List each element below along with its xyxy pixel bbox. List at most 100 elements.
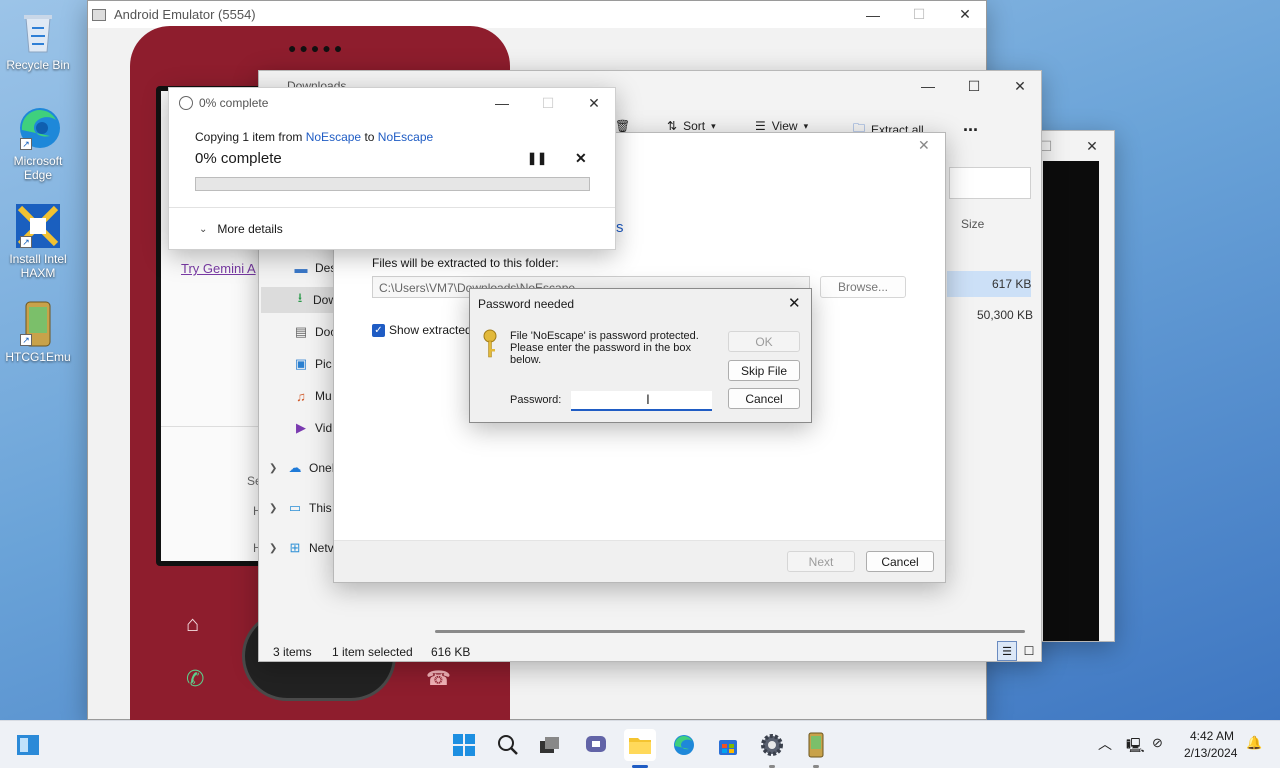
progress-title: 0% complete [199,96,269,110]
status-item-count: 3 items [273,645,312,659]
htcg1emu-taskbar-icon[interactable] [800,729,832,761]
explorer-close-button[interactable]: ✕ [997,71,1043,101]
emulator-close-button[interactable]: ✕ [942,1,988,28]
nav-downloads[interactable]: ⭳ Dow [261,287,337,313]
progress-titlebar[interactable]: 0% complete — ☐ ✕ [169,88,615,118]
store-icon[interactable] [712,729,744,761]
task-view-icon[interactable] [534,729,566,761]
password-cancel-button[interactable]: Cancel [728,388,800,409]
shortcut-arrow-icon: ↗ [20,334,32,346]
wizard-partial-text: s [616,219,624,236]
sort-label: Sort [683,119,706,133]
chevron-down-icon: ⌄ [199,223,208,235]
edge-icon: ↗ [14,104,62,152]
network-status-icon[interactable]: 🖳 [1126,735,1145,759]
nav-label: Mu [315,389,332,403]
teams-chat-icon[interactable] [580,729,612,761]
size-column-header[interactable]: Size [961,217,984,231]
wizard-footer: Next Cancel [334,540,945,582]
progress-maximize-button[interactable]: ☐ [525,88,571,118]
background-window-close[interactable]: ✕ [1077,131,1107,161]
chevron-up-icon[interactable]: ︿ [1098,734,1112,754]
progress-minimize-button[interactable]: — [479,88,525,118]
start-windows-icon[interactable] [448,729,480,761]
desktop-icon-label: Recycle Bin [6,58,70,72]
nav-label: This [309,501,332,515]
horizontal-scrollbar[interactable] [435,630,1025,633]
explorer-maximize-button[interactable]: ☐ [951,71,997,101]
phone-home-icon[interactable]: ⌂ [186,611,199,637]
more-details-toggle[interactable]: ⌄ More details [199,222,283,236]
sort-icon: ⇅ [667,119,678,133]
progress-headline: 0% complete [195,150,282,167]
progress-close-button[interactable]: ✕ [571,88,617,118]
nav-label: Vid [315,421,333,435]
emulator-titlebar[interactable]: Android Emulator (5554) — ☐ ✕ [88,1,986,28]
explorer-minimize-button[interactable]: — [905,71,951,101]
ok-button[interactable]: OK [728,331,800,352]
nav-label: Netv [309,541,334,555]
password-message: File 'NoEscape' is password protected. P… [510,330,699,366]
copy-destination-link[interactable]: NoEscape [378,130,433,144]
show-extracted-option[interactable]: ✓ Show extracted [372,323,472,337]
desktop-folder-icon: ▬ [294,260,308,276]
clock-icon [179,96,193,110]
password-dialog-title: Password needed [478,297,575,311]
phone-gemini-link[interactable]: Try Gemini A [181,261,256,276]
desktop-icon-haxm[interactable]: ↗ Install Intel HAXM [2,202,74,280]
nav-label: Pic [315,357,332,371]
cancel-copy-button[interactable]: ✕ [575,150,587,167]
progress-bar [195,177,590,191]
network-icon: ⊞ [289,540,301,555]
status-selected-size: 616 KB [431,645,471,659]
status-selected: 1 item selected [332,645,413,659]
nav-label: OneI [309,461,336,475]
emulator-maximize-button[interactable]: ☐ [896,1,942,28]
wizard-cancel-button[interactable]: Cancel [866,551,934,572]
more-options-button[interactable]: ... [963,115,978,136]
copy-source-link[interactable]: NoEscape [306,130,361,144]
skip-file-button[interactable]: Skip File [728,360,800,381]
search-icon[interactable] [492,729,524,761]
settings-gear-icon[interactable] [756,729,788,761]
phone-end-call-icon[interactable]: ☎ [426,666,451,691]
emulator-minimize-button[interactable]: — [850,1,896,28]
show-desktop-widget-icon[interactable] [12,729,44,761]
wizard-close-button[interactable]: ✕ [918,137,930,154]
clock-date[interactable]: 2/13/2024 [1184,746,1237,760]
volume-muted-icon[interactable]: ⊘ [1152,735,1163,751]
key-icon [482,329,498,362]
desktop-icon-edge[interactable]: ↗ Microsoft Edge [2,104,74,182]
haxm-installer-icon: ↗ [14,202,62,250]
show-extracted-checkbox[interactable]: ✓ [372,323,385,337]
phone-call-icon[interactable]: ✆ [186,666,204,692]
next-button[interactable]: Next [787,551,855,572]
pause-button[interactable]: ❚❚ [527,151,547,165]
password-input[interactable] [571,391,712,411]
document-icon: ▤ [294,324,308,339]
chevron-down-icon: ▾ [803,120,809,131]
delete-button[interactable]: 🗑 [615,119,630,133]
tiles-view-button[interactable]: ☐ [1019,641,1039,661]
desktop-icon-recycle-bin[interactable]: Recycle Bin [2,8,74,72]
view-button[interactable]: ☰ View ▾ [755,119,808,133]
shortcut-arrow-icon: ↗ [20,138,32,150]
details-view-button[interactable]: ☰ [997,641,1017,661]
file-explorer-taskbar-icon[interactable] [624,729,656,761]
search-box[interactable] [949,167,1031,199]
edge-taskbar-icon[interactable] [668,729,700,761]
phone-speaker: ●●●●● [288,40,346,56]
sort-button[interactable]: ⇅ Sort ▾ [667,119,716,133]
desktop-icon-htcg1emu[interactable]: ↗ HTCG1Emu [2,300,74,364]
music-icon: ♫ [296,388,306,404]
file-size-1: 617 KB [992,277,1032,291]
progress-divider [169,207,615,208]
password-dialog-close-button[interactable]: ✕ [788,294,801,312]
clock-time[interactable]: 4:42 AM [1190,729,1234,743]
notification-bell-icon[interactable]: 🔔 [1246,735,1262,751]
show-extracted-label: Show extracted [389,323,472,337]
browse-button[interactable]: Browse... [820,276,906,298]
copy-prefix: Copying 1 item from [195,130,303,144]
taskbar: ︿ 🖳 ⊘ 4:42 AM 2/13/2024 🔔 [0,720,1280,768]
password-dialog: Password needed ✕ File 'NoEscape' is pas… [469,288,812,423]
